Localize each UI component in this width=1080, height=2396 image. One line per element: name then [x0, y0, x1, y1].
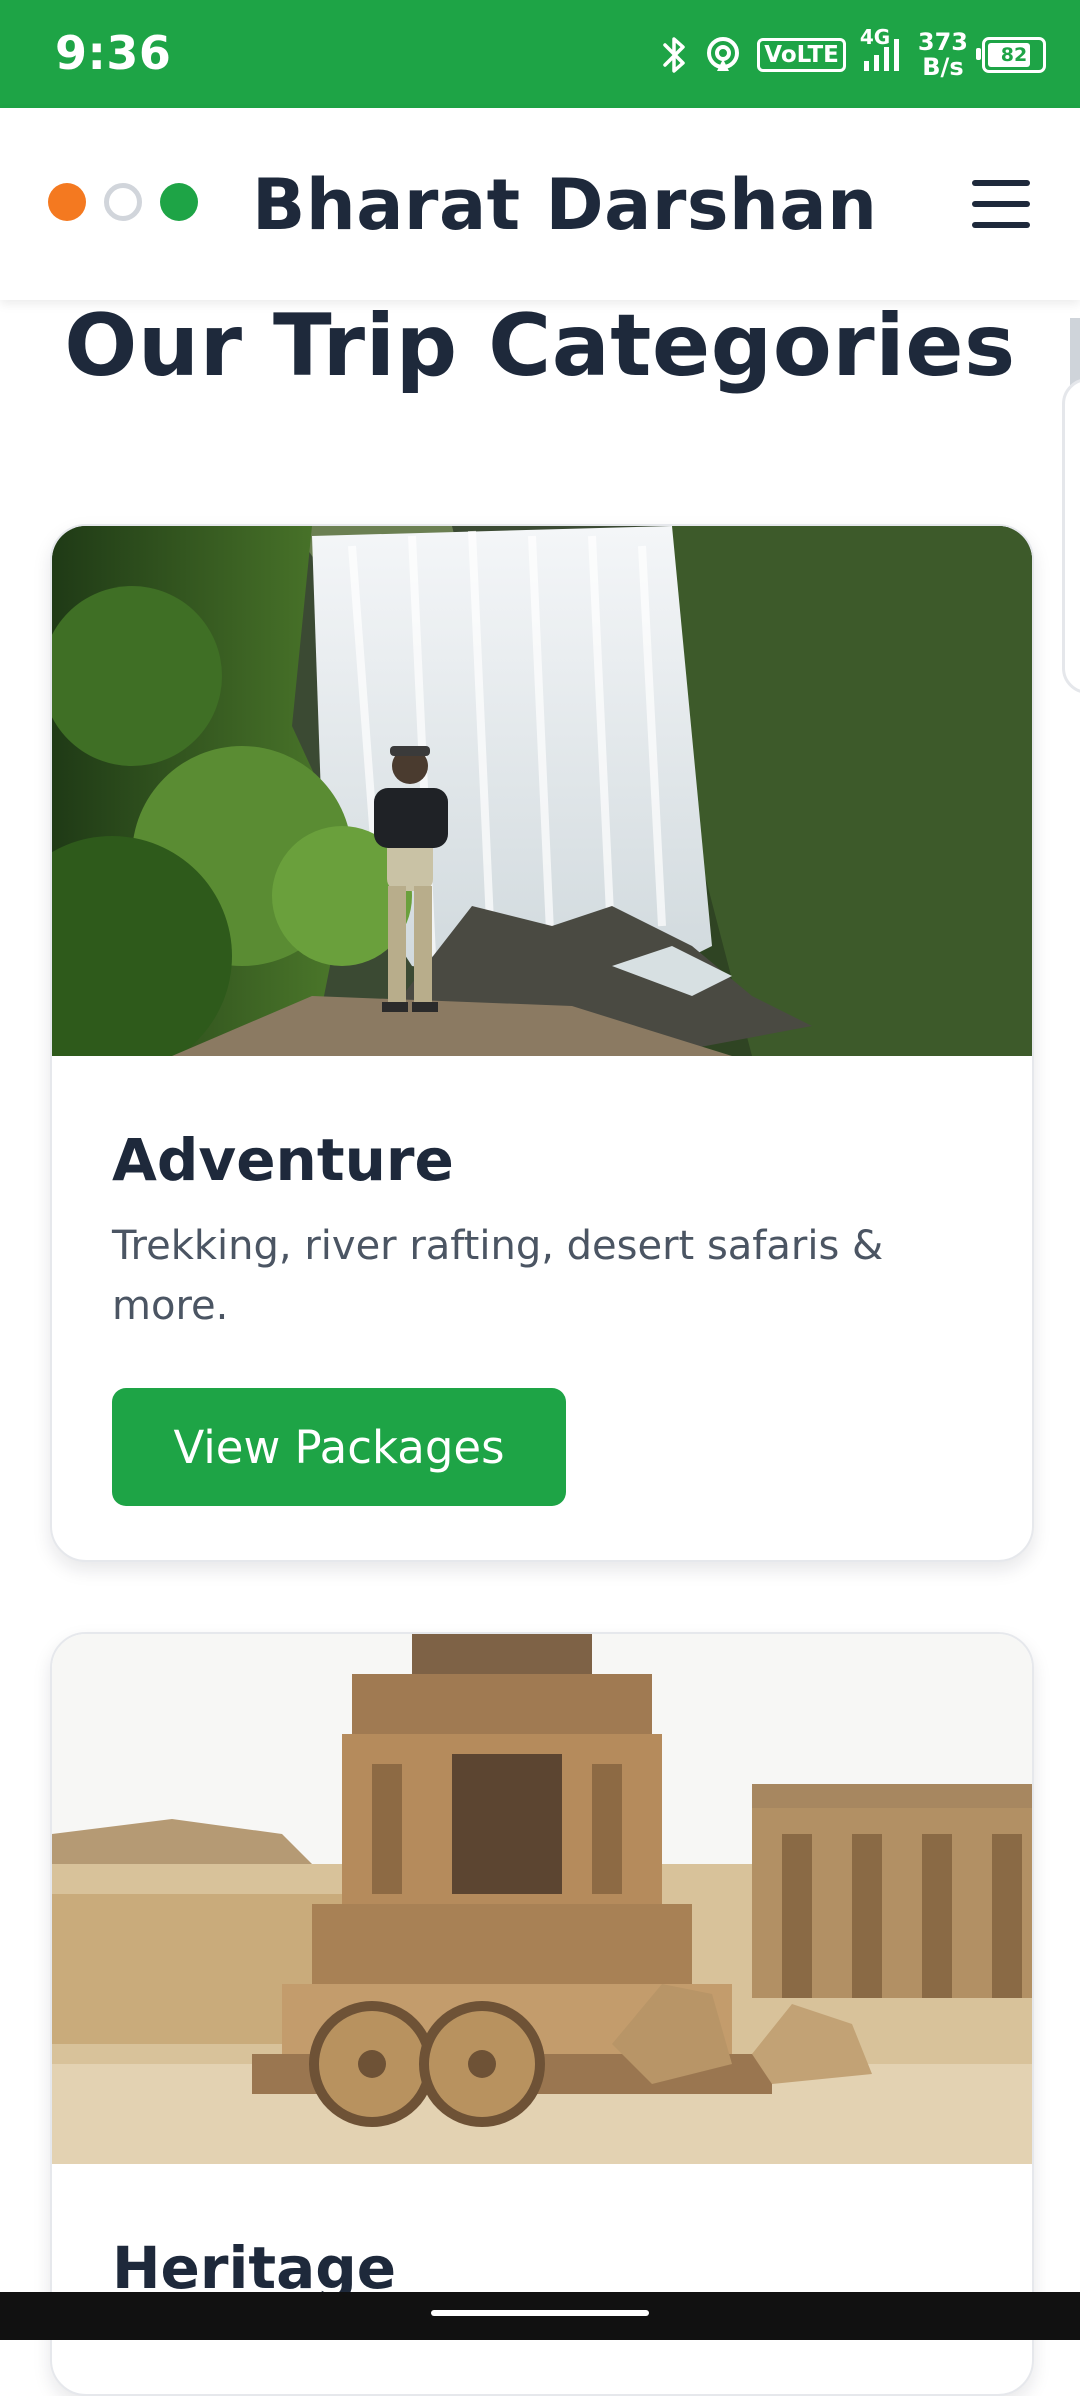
- card-description: Trekking, river rafting, desert safaris …: [112, 1223, 884, 1329]
- card-title: Adventure: [112, 1126, 454, 1194]
- network-type: 4G: [859, 25, 891, 49]
- logo-dot-green: [160, 183, 198, 221]
- status-time: 9:36: [55, 26, 172, 80]
- adventure-image: [52, 526, 1032, 1056]
- side-drawer-handle[interactable]: [1062, 378, 1080, 694]
- view-packages-button[interactable]: View Packages: [112, 1388, 566, 1506]
- category-card-adventure: Adventure Trekking, river rafting, deser…: [50, 524, 1034, 1562]
- category-card-heritage: Heritage: [50, 1632, 1034, 2396]
- logo-dot-saffron: [48, 183, 86, 221]
- logo-tricolor-dots: [48, 183, 198, 221]
- status-icons: VoLTE 4G 373 B/s 82: [659, 20, 1046, 90]
- battery-icon: 82: [976, 37, 1046, 73]
- battery-level: 82: [1000, 44, 1028, 66]
- hamburger-menu-icon[interactable]: [972, 180, 1030, 228]
- bluetooth-icon: [659, 35, 689, 75]
- status-bar: 9:36 VoLTE 4G 373 B/s 82: [0, 0, 1080, 108]
- card-body: Adventure Trekking, river rafting, deser…: [52, 1056, 1032, 1506]
- menu-bar-line: [972, 180, 1030, 186]
- volte-badge: VoLTE: [757, 38, 846, 72]
- heritage-image: [52, 1634, 1032, 2164]
- system-navigation-bar: [0, 2292, 1080, 2340]
- network-speed: 373 B/s: [918, 30, 968, 80]
- home-indicator[interactable]: [431, 2310, 649, 2316]
- logo-dot-white: [104, 183, 142, 221]
- menu-bar-line: [972, 201, 1030, 207]
- hotspot-icon: [703, 35, 743, 75]
- card-body: Heritage: [52, 2164, 1032, 2302]
- speed-value: 373: [917, 28, 968, 56]
- brand-title[interactable]: Bharat Darshan: [252, 164, 877, 246]
- menu-bar-line: [972, 222, 1030, 228]
- section-title: Our Trip Categories: [64, 296, 1016, 396]
- speed-unit: B/s: [922, 53, 964, 81]
- signal-icon: 4G: [860, 25, 904, 75]
- app-header: Bharat Darshan: [0, 108, 1080, 300]
